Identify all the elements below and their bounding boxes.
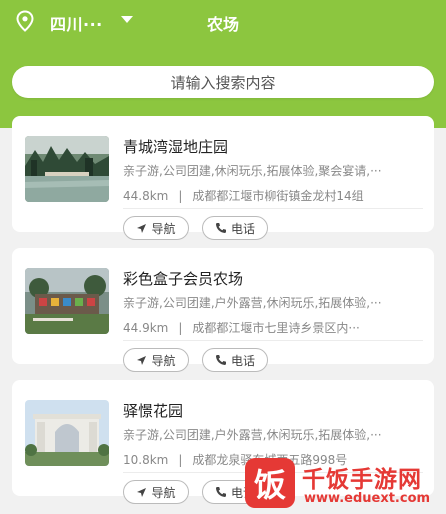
watermark-url: www.eduext.com (304, 491, 431, 506)
navigate-button[interactable]: 导航 (123, 480, 189, 504)
farm-thumbnail (25, 400, 109, 466)
phone-icon (215, 487, 226, 497)
call-label: 电话 (230, 353, 255, 368)
farm-tags: 亲子游,公司团建,休闲玩乐,拓展体验,聚会宴请,··· (123, 164, 382, 178)
meta-divider: | (178, 453, 183, 467)
navigation-arrow-icon (137, 355, 147, 365)
farm-thumbnail (25, 268, 109, 334)
navigate-button[interactable]: 导航 (123, 216, 189, 240)
navigate-label: 导航 (151, 485, 176, 500)
watermark-title: 千饭手游网 (302, 467, 422, 493)
navigate-label: 导航 (151, 353, 176, 368)
farm-tags: 亲子游,公司团建,户外露营,休闲玩乐,拓展体验,··· (123, 428, 382, 442)
divider (123, 340, 423, 341)
divider (123, 208, 423, 209)
farm-name[interactable]: 彩色盒子会员农场 (123, 268, 243, 289)
call-label: 电话 (230, 221, 255, 236)
meta-divider: | (178, 189, 183, 203)
farm-tags: 亲子游,公司团建,户外露营,休闲玩乐,拓展体验,··· (123, 296, 382, 310)
phone-icon (215, 355, 226, 365)
navigate-button[interactable]: 导航 (123, 348, 189, 372)
navigation-arrow-icon (137, 487, 147, 497)
farm-card[interactable]: 彩色盒子会员农场 亲子游,公司团建,户外露营,休闲玩乐,拓展体验,··· 44.… (12, 248, 434, 372)
farm-address: 成都都江堰市柳街镇金龙村14组 (192, 189, 364, 203)
call-button[interactable]: 电话 (202, 348, 268, 372)
navigation-arrow-icon (137, 223, 147, 233)
farm-address: 成都都江堰市七里诗乡景区内··· (192, 321, 360, 335)
app-header: 四川··· 农场 请输入搜索内容 (0, 0, 446, 128)
farm-distance: 44.9km (123, 321, 169, 335)
farm-distance: 10.8km (123, 453, 169, 467)
phone-icon (215, 223, 226, 233)
farm-meta: 44.9km | 成都都江堰市七里诗乡景区内··· (123, 319, 419, 336)
meta-divider: | (178, 321, 183, 335)
farm-meta: 44.8km | 成都都江堰市柳街镇金龙村14组 (123, 187, 419, 204)
call-button[interactable]: 电话 (202, 216, 268, 240)
search-input[interactable]: 请输入搜索内容 (12, 66, 434, 98)
farm-name[interactable]: 青城湾湿地庄园 (123, 136, 228, 157)
farm-name[interactable]: 驿憬花园 (123, 400, 183, 421)
farm-distance: 44.8km (123, 189, 169, 203)
navigate-label: 导航 (151, 221, 176, 236)
farm-thumbnail (25, 136, 109, 202)
page-title: 农场 (206, 15, 239, 34)
watermark-logo: 饭 (245, 458, 295, 508)
search-placeholder: 请输入搜索内容 (170, 73, 276, 92)
farm-card[interactable]: 青城湾湿地庄园 亲子游,公司团建,休闲玩乐,拓展体验,聚会宴请,··· 44.8… (12, 116, 434, 240)
